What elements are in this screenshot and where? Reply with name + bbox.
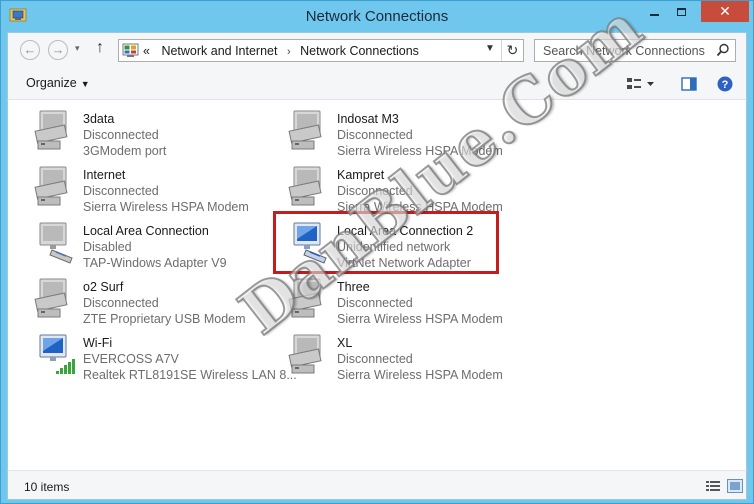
connection-status: Unidentified network: [337, 240, 451, 254]
connection-item[interactable]: o2 Surf Disconnected ZTE Proprietary USB…: [32, 271, 280, 326]
address-history-dropdown[interactable]: ▼: [485, 43, 495, 54]
back-button[interactable]: ←: [20, 40, 40, 60]
connection-adapter: Sierra Wireless HSPA Modem: [83, 200, 249, 214]
recent-locations-dropdown[interactable]: ▾: [75, 43, 80, 54]
connection-item[interactable]: Kampret Disconnected Sierra Wireless HSP…: [286, 159, 534, 214]
connection-item[interactable]: Three Disconnected Sierra Wireless HSPA …: [286, 271, 534, 326]
connection-name: 3data: [83, 112, 115, 126]
breadcrumb: « Network and Internet › Network Connect…: [143, 44, 419, 58]
breadcrumb-network-connections[interactable]: Network Connections: [300, 44, 419, 58]
connection-adapter: Realtek RTL8191SE Wireless LAN 8...: [83, 368, 297, 382]
connection-adapter: VirtNet Network Adapter: [337, 256, 471, 270]
control-panel-icon: [122, 43, 139, 57]
modem-connection-icon: [288, 334, 322, 374]
connection-name: Local Area Connection: [83, 224, 209, 238]
connection-name: Internet: [83, 168, 126, 182]
breadcrumb-network-and-internet[interactable]: Network and Internet: [161, 44, 277, 58]
svg-text:?: ?: [722, 79, 729, 91]
breadcrumb-overflow[interactable]: «: [143, 44, 150, 58]
chevron-down-icon: ▼: [80, 79, 90, 89]
breadcrumb-separator[interactable]: ›: [287, 46, 291, 58]
connection-name: Indosat M3: [337, 112, 399, 126]
refresh-button[interactable]: ↻: [501, 40, 523, 61]
modem-connection-icon: [34, 166, 68, 206]
title-bar[interactable]: Network Connections ✕: [1, 1, 753, 31]
details-view-icon[interactable]: [705, 479, 721, 493]
modem-connection-icon: [34, 278, 68, 318]
organize-menu[interactable]: Organize ▼: [26, 76, 90, 90]
minimize-button[interactable]: [641, 1, 667, 22]
connection-status: Disabled: [83, 240, 132, 254]
connection-item[interactable]: 3data Disconnected 3GModem port: [32, 103, 280, 158]
ethernet-disabled-icon: [39, 222, 73, 264]
connection-status: Disconnected: [83, 296, 159, 310]
modem-connection-icon: [288, 110, 322, 150]
connection-adapter: Sierra Wireless HSPA Modem: [337, 144, 503, 158]
connection-name: Local Area Connection 2: [337, 224, 474, 238]
modem-connection-icon: [34, 110, 68, 150]
preview-pane-icon[interactable]: [680, 75, 698, 93]
maximize-icon: [676, 7, 686, 16]
connection-item[interactable]: Local Area Connection Disabled TAP-Windo…: [32, 215, 280, 270]
status-bar: 10 items: [7, 470, 747, 500]
ethernet-connection-icon: [293, 222, 327, 264]
command-bar: Organize ▼ ?: [7, 68, 747, 100]
connection-status: Disconnected: [337, 296, 413, 310]
connection-status: Disconnected: [337, 352, 413, 366]
connection-adapter: Sierra Wireless HSPA Modem: [337, 312, 503, 326]
wifi-connection-icon: [39, 334, 75, 374]
item-count: 10 items: [24, 480, 70, 494]
connection-item[interactable]: Internet Disconnected Sierra Wireless HS…: [32, 159, 280, 214]
connection-status: Disconnected: [337, 184, 413, 198]
search-box[interactable]: Search Network Connections: [534, 39, 736, 62]
connection-status: Disconnected: [83, 184, 159, 198]
change-view-icon[interactable]: [626, 75, 656, 93]
connection-adapter: ZTE Proprietary USB Modem: [83, 312, 246, 326]
forward-button[interactable]: →: [48, 40, 68, 60]
modem-connection-icon: [288, 278, 322, 318]
connection-adapter: TAP-Windows Adapter V9: [83, 256, 227, 270]
help-icon[interactable]: ?: [716, 75, 734, 93]
search-input[interactable]: Search Network Connections: [543, 44, 705, 58]
connection-name: XL: [337, 336, 353, 350]
minimize-icon: [649, 13, 659, 16]
connection-name: Kampret: [337, 168, 385, 182]
connections-list: 3data Disconnected 3GModem port Indosat …: [7, 100, 747, 470]
address-bar[interactable]: « Network and Internet › Network Connect…: [118, 39, 524, 62]
connection-name: Wi-Fi: [83, 336, 113, 350]
connection-adapter: 3GModem port: [83, 144, 167, 158]
organize-label: Organize: [26, 76, 77, 90]
navigation-bar: ← → ▾ ↑ « Network and Internet › Network…: [7, 32, 747, 68]
connection-item[interactable]: Indosat M3 Disconnected Sierra Wireless …: [286, 103, 534, 158]
up-button[interactable]: ↑: [96, 39, 104, 57]
search-icon[interactable]: [716, 43, 730, 57]
close-button[interactable]: ✕: [701, 1, 749, 22]
connection-name: Three: [337, 280, 370, 294]
modem-connection-icon: [288, 166, 322, 206]
connection-status: EVERCOSS A7V: [83, 352, 179, 366]
large-icons-view-icon[interactable]: [727, 479, 743, 493]
connection-item[interactable]: XL Disconnected Sierra Wireless HSPA Mod…: [286, 327, 534, 382]
explorer-window: Network Connections ✕ ← → ▾ ↑ « Network …: [0, 0, 754, 504]
maximize-button[interactable]: [668, 1, 694, 22]
connection-item[interactable]: Wi-Fi EVERCOSS A7V Realtek RTL8191SE Wir…: [32, 327, 297, 382]
connection-adapter: Sierra Wireless HSPA Modem: [337, 200, 503, 214]
connection-status: Disconnected: [337, 128, 413, 142]
connection-adapter: Sierra Wireless HSPA Modem: [337, 368, 503, 382]
connection-item[interactable]: Local Area Connection 2 Unidentified net…: [286, 215, 534, 270]
connection-name: o2 Surf: [83, 280, 124, 294]
connection-status: Disconnected: [83, 128, 159, 142]
